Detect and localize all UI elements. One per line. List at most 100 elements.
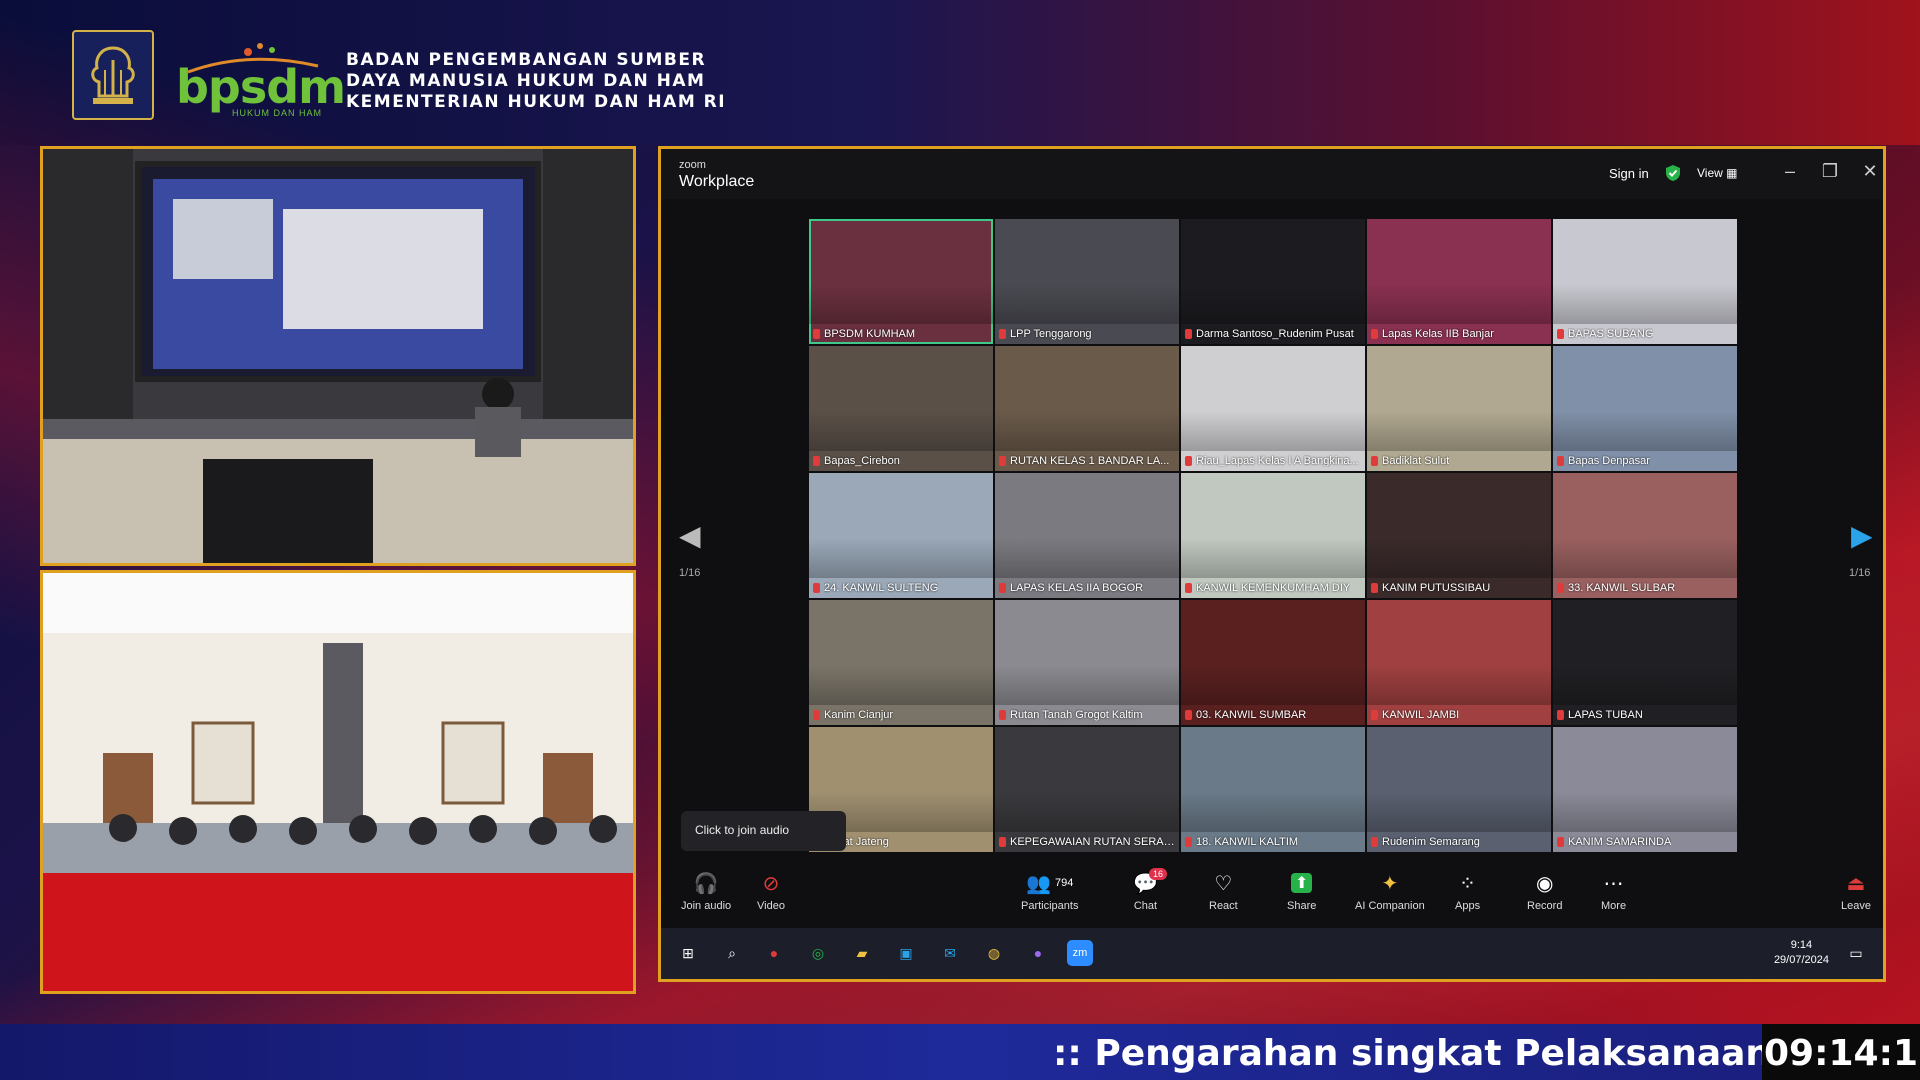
mic-muted-icon xyxy=(1371,710,1378,720)
close-icon[interactable]: ✕ xyxy=(1859,161,1881,182)
shield-check-icon[interactable] xyxy=(1665,164,1681,182)
participant-name: KEPEGAWAIAN RUTAN SERANG xyxy=(999,836,1175,848)
system-clock[interactable]: 9:14 29/07/2024 xyxy=(1774,938,1829,968)
sign-in-button[interactable]: Sign in xyxy=(1609,166,1649,181)
minimize-icon[interactable]: – xyxy=(1779,161,1801,182)
participant-tile[interactable]: BPSDM KUMHAM xyxy=(809,219,993,344)
participant-tile[interactable]: KEPEGAWAIAN RUTAN SERANG xyxy=(995,727,1179,852)
participant-tile[interactable]: LAPAS TUBAN xyxy=(1553,600,1737,725)
notification-icon[interactable]: ▭ xyxy=(1843,940,1869,966)
zoom-titlebar[interactable]: zoom Workplace Sign in View ▦ – ❐ ✕ xyxy=(661,149,1883,199)
participant-name-text: LAPAS KELAS IIA BOGOR xyxy=(1010,582,1144,594)
participant-name: Rudenim Semarang xyxy=(1371,836,1547,848)
participant-tile[interactable]: LAPAS KELAS IIA BOGOR xyxy=(995,473,1179,598)
react-button[interactable]: ♡ React xyxy=(1209,870,1238,913)
participant-tile[interactable]: Lapas Kelas IIB Banjar xyxy=(1367,219,1551,344)
participant-tile[interactable]: 24. KANWIL SULTENG xyxy=(809,473,993,598)
zoom-workplace-title: Workplace xyxy=(679,173,755,190)
chat-unread-badge: 16 xyxy=(1149,868,1168,880)
participants-button[interactable]: 👥 794 Participants xyxy=(1021,870,1079,913)
participant-name-text: RUTAN KELAS 1 BANDAR LA... xyxy=(1010,455,1170,467)
mic-muted-icon xyxy=(813,456,820,466)
participant-tile[interactable]: 03. KANWIL SUMBAR xyxy=(1181,600,1365,725)
apps-icon: ⁘ xyxy=(1459,872,1476,895)
more-button[interactable]: ⋯ More xyxy=(1601,870,1626,913)
participant-name: Bapas Denpasar xyxy=(1557,455,1733,467)
participant-tile[interactable]: RUTAN KELAS 1 BANDAR LA... xyxy=(995,346,1179,471)
participant-tile[interactable]: Rutan Tanah Grogot Kaltim xyxy=(995,600,1179,725)
next-page-icon[interactable]: ▶ xyxy=(1851,519,1873,552)
participant-name: BPSDM KUMHAM xyxy=(813,328,989,340)
participant-video xyxy=(995,665,1179,705)
mail-icon[interactable]: ✉ xyxy=(937,940,963,966)
restore-icon[interactable]: ❐ xyxy=(1819,161,1841,182)
mic-muted-icon xyxy=(999,329,1006,339)
camera-feed-audience xyxy=(40,570,636,994)
participant-video xyxy=(1181,411,1365,451)
zoom-taskbar-icon[interactable]: zm xyxy=(1067,940,1093,966)
zoom-window[interactable]: zoom Workplace Sign in View ▦ – ❐ ✕ ◀ 1/… xyxy=(658,146,1886,982)
participants-icon: 👥 xyxy=(1026,872,1052,895)
ai-companion-button[interactable]: ✦ AI Companion xyxy=(1355,870,1425,913)
participant-tile[interactable]: Kanim Cianjur xyxy=(809,600,993,725)
apps-button[interactable]: ⁘ Apps xyxy=(1455,870,1480,913)
participant-tile[interactable]: KANWIL JAMBI xyxy=(1367,600,1551,725)
participant-name-text: Riau_Lapas Kelas I A Bangkina... xyxy=(1196,455,1359,467)
participant-tile[interactable]: BAPAS SUBANG xyxy=(1553,219,1737,344)
participant-tile[interactable]: Riau_Lapas Kelas I A Bangkina... xyxy=(1181,346,1365,471)
participants-label: Participants xyxy=(1021,900,1079,912)
app-purple-icon[interactable]: ● xyxy=(1025,940,1051,966)
video-button[interactable]: ⊘ Video xyxy=(757,870,785,913)
mic-muted-icon xyxy=(813,583,820,593)
participant-tile[interactable]: 18. KANWIL KALTIM xyxy=(1181,727,1365,852)
participant-name: Darma Santoso_Rudenim Pusat xyxy=(1185,328,1361,340)
view-label: View xyxy=(1697,166,1723,180)
participant-video xyxy=(1367,538,1551,578)
app-red-icon[interactable]: ● xyxy=(761,940,787,966)
leave-button[interactable]: ⏏ Leave xyxy=(1841,870,1871,913)
sparkle-icon: ✦ xyxy=(1381,872,1399,895)
windows-start-icon[interactable]: ⊞ xyxy=(675,940,701,966)
store-icon[interactable]: ▣ xyxy=(893,940,919,966)
participant-name-text: KANWIL JAMBI xyxy=(1382,709,1460,721)
participant-video xyxy=(1181,792,1365,832)
video-off-icon: ⊘ xyxy=(762,872,780,895)
share-label: Share xyxy=(1287,900,1317,912)
participant-name: Bapas_Cirebon xyxy=(813,455,989,467)
participant-tile[interactable]: 33. KANWIL SULBAR xyxy=(1553,473,1737,598)
participant-video xyxy=(1553,665,1737,705)
chrome-icon[interactable]: ◍ xyxy=(981,940,1007,966)
participant-tile[interactable]: KANIM SAMARINDA xyxy=(1553,727,1737,852)
participant-name: BAPAS SUBANG xyxy=(1557,328,1733,340)
search-icon[interactable]: ⌕ xyxy=(719,940,745,966)
view-button[interactable]: View ▦ xyxy=(1697,166,1737,180)
participant-tile[interactable]: Bapas_Cirebon xyxy=(809,346,993,471)
leave-icon: ⏏ xyxy=(1846,872,1866,895)
news-ticker: :: Pengarahan singkat Pelaksanaan xyxy=(0,1024,1920,1080)
app-green-icon[interactable]: ◎ xyxy=(805,940,831,966)
participant-name: 03. KANWIL SUMBAR xyxy=(1185,709,1361,721)
participant-video xyxy=(1367,665,1551,705)
chat-button[interactable]: 💬 16 Chat xyxy=(1133,868,1168,912)
participant-tile[interactable]: Bapas Denpasar xyxy=(1553,346,1737,471)
meeting-toolbar: 🎧 Join audio ⊘ Video 👥 794 Participants … xyxy=(661,864,1883,924)
participant-name-text: Rutan Tanah Grogot Kaltim xyxy=(1010,709,1143,721)
file-explorer-icon[interactable]: ▰ xyxy=(849,940,875,966)
participant-video xyxy=(1181,538,1365,578)
participant-tile[interactable]: LPP Tenggarong xyxy=(995,219,1179,344)
participant-name-text: Bapas_Cirebon xyxy=(824,455,900,467)
participant-tile[interactable]: Darma Santoso_Rudenim Pusat xyxy=(1181,219,1365,344)
participant-tile[interactable]: KANIM PUTUSSIBAU xyxy=(1367,473,1551,598)
participant-tile[interactable]: KANWIL KEMENKUMHAM DIY xyxy=(1181,473,1365,598)
participant-tile[interactable]: Badiklat Sulut xyxy=(1367,346,1551,471)
participant-video xyxy=(1553,411,1737,451)
join-audio-button[interactable]: 🎧 Join audio xyxy=(681,870,731,913)
mic-muted-icon xyxy=(1557,837,1564,847)
previous-page-icon[interactable]: ◀ xyxy=(679,519,701,552)
record-button[interactable]: ◉ Record xyxy=(1527,870,1562,913)
chat-label: Chat xyxy=(1133,900,1158,912)
participant-name: LAPAS TUBAN xyxy=(1557,709,1733,721)
share-button[interactable]: ⬆ Share xyxy=(1287,870,1316,912)
participant-name: KANIM PUTUSSIBAU xyxy=(1371,582,1547,594)
participant-tile[interactable]: Rudenim Semarang xyxy=(1367,727,1551,852)
